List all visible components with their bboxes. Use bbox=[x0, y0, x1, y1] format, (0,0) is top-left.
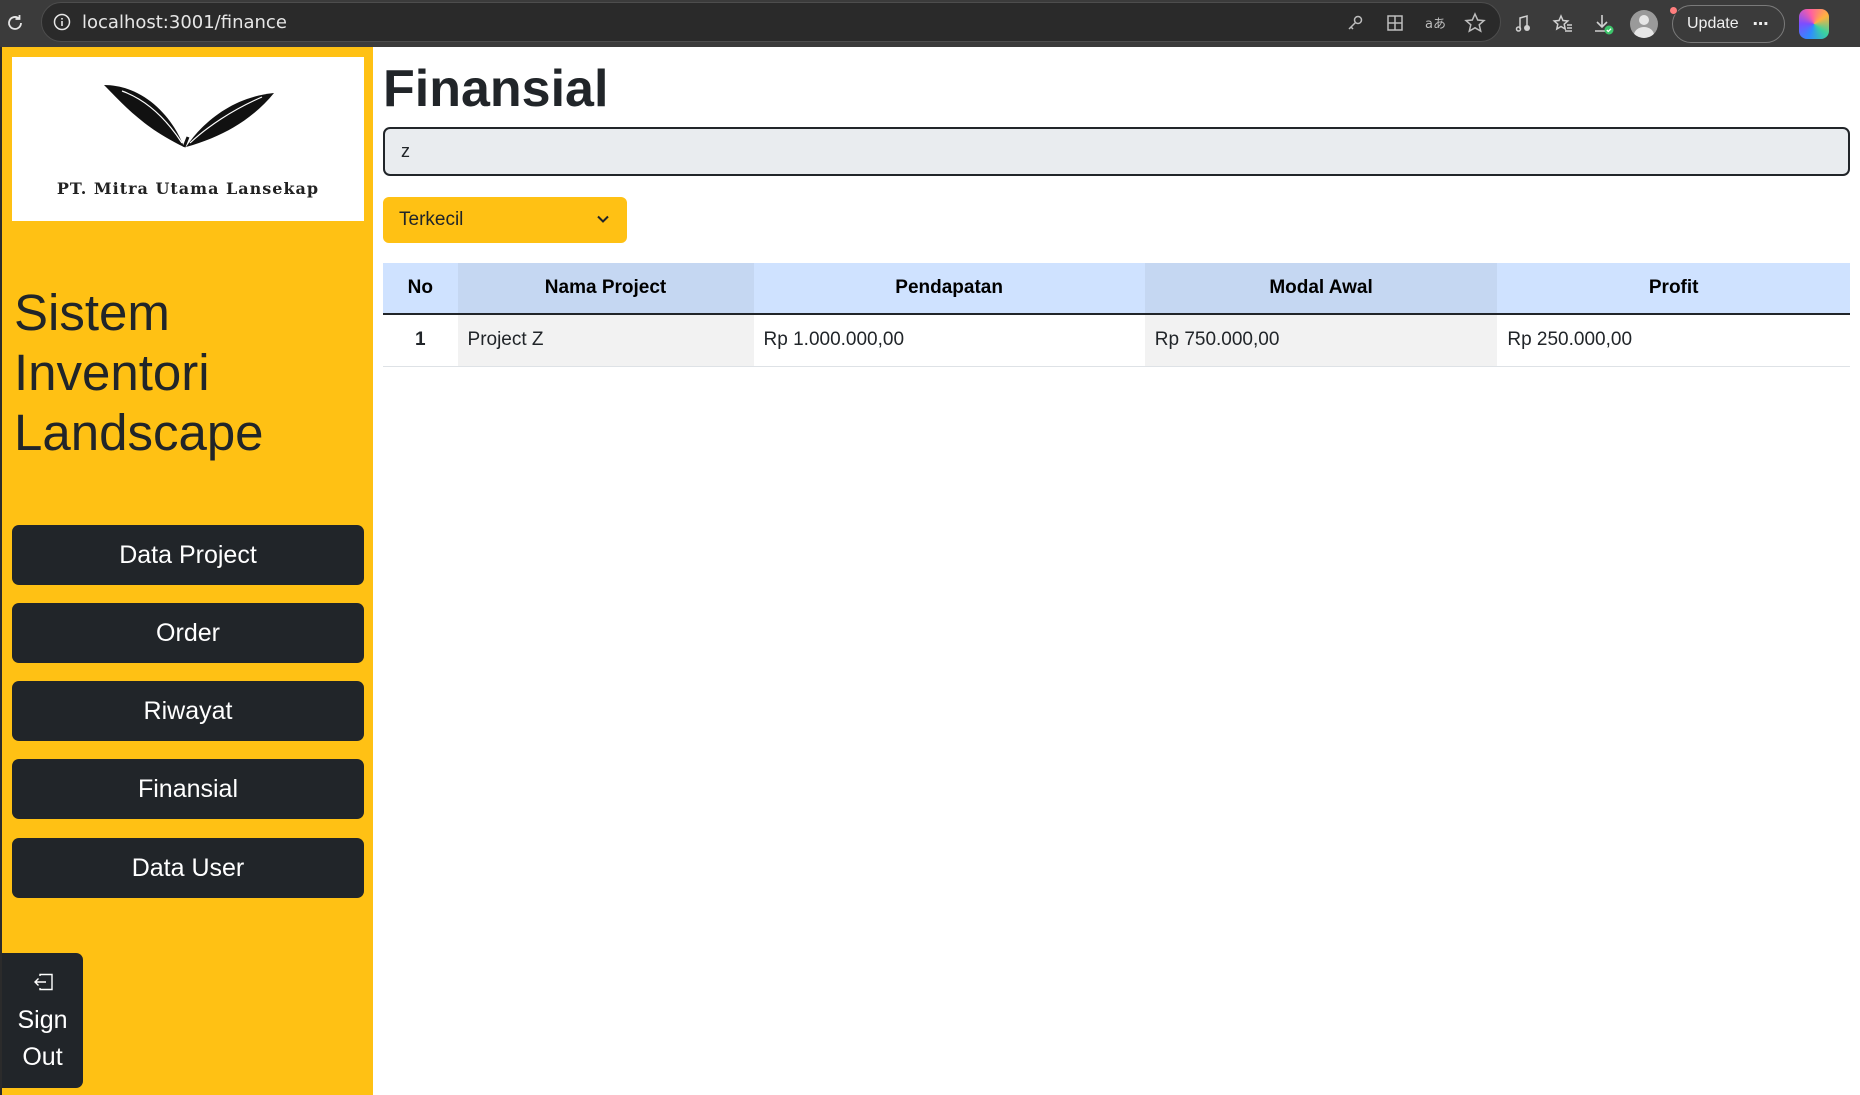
sort-select[interactable]: Terkecil bbox=[383, 197, 627, 243]
browser-update-button[interactable]: Update ⋯ bbox=[1672, 4, 1785, 43]
header-pendapatan: Pendapatan bbox=[753, 263, 1145, 315]
profile-avatar-icon[interactable] bbox=[1630, 9, 1658, 38]
svg-text:aあ: aあ bbox=[1425, 17, 1446, 32]
sort-selected-value: Terkecil bbox=[399, 209, 464, 230]
main-content: Finansial Terkecil No Nama Project Penda… bbox=[373, 47, 1860, 1095]
address-bar[interactable]: localhost:3001/finance aあ bbox=[41, 2, 1501, 42]
apps-icon[interactable] bbox=[1382, 10, 1408, 36]
leaf-logo-icon bbox=[104, 85, 274, 148]
translate-icon[interactable]: aあ bbox=[1422, 10, 1448, 36]
page-title: Finansial bbox=[383, 60, 609, 118]
company-logo: PT. Mitra Utama Lansekap bbox=[12, 57, 364, 221]
sign-out-icon bbox=[32, 965, 54, 1002]
downloads-icon[interactable] bbox=[1590, 11, 1616, 37]
notification-dot-icon bbox=[1669, 6, 1678, 15]
header-no: No bbox=[383, 263, 458, 315]
cell-modal-awal: Rp 750.000,00 bbox=[1144, 314, 1498, 367]
sidebar: PT. Mitra Utama Lansekap Sistem Inventor… bbox=[0, 47, 373, 1095]
app-title: Sistem Inventori Landscape bbox=[14, 284, 264, 461]
company-name: PT. Mitra Utama Lansekap bbox=[56, 179, 320, 198]
nav-order[interactable]: Order bbox=[12, 603, 364, 663]
media-icon[interactable] bbox=[1510, 11, 1536, 37]
sign-out-button[interactable]: Sign Out bbox=[2, 953, 83, 1088]
cell-profit: Rp 250.000,00 bbox=[1497, 314, 1850, 367]
more-menu-icon[interactable]: ⋯ bbox=[1753, 14, 1770, 34]
nav-data-user[interactable]: Data User bbox=[12, 838, 364, 898]
nav-data-project[interactable]: Data Project bbox=[12, 525, 364, 585]
chevron-down-icon bbox=[595, 211, 611, 233]
favorite-star-icon[interactable] bbox=[1462, 10, 1488, 36]
search-input[interactable] bbox=[383, 127, 1850, 176]
reload-icon[interactable] bbox=[2, 10, 28, 36]
site-info-icon[interactable] bbox=[42, 13, 82, 31]
cell-nama-project: Project Z bbox=[457, 314, 754, 367]
key-icon[interactable] bbox=[1342, 10, 1368, 36]
nav-riwayat[interactable]: Riwayat bbox=[12, 681, 364, 741]
cell-no: 1 bbox=[383, 314, 458, 367]
header-modal-awal: Modal Awal bbox=[1144, 263, 1498, 315]
cell-pendapatan: Rp 1.000.000,00 bbox=[753, 314, 1145, 367]
nav-finansial[interactable]: Finansial bbox=[12, 759, 364, 819]
header-profit: Profit bbox=[1497, 263, 1850, 315]
header-nama-project: Nama Project bbox=[457, 263, 754, 315]
update-label: Update bbox=[1687, 14, 1739, 32]
table-header-row: No Nama Project Pendapatan Modal Awal Pr… bbox=[383, 263, 1850, 315]
url-text[interactable]: localhost:3001/finance bbox=[82, 12, 287, 33]
finance-table: No Nama Project Pendapatan Modal Awal Pr… bbox=[383, 263, 1850, 367]
sign-out-label-line2: Out bbox=[22, 1043, 63, 1071]
browser-toolbar: localhost:3001/finance aあ Update ⋯ bbox=[0, 0, 1860, 47]
sign-out-label-line1: Sign bbox=[17, 1006, 68, 1034]
favorites-list-icon[interactable] bbox=[1550, 11, 1576, 37]
table-row: 1 Project Z Rp 1.000.000,00 Rp 750.000,0… bbox=[383, 314, 1850, 367]
copilot-icon[interactable] bbox=[1798, 8, 1829, 39]
